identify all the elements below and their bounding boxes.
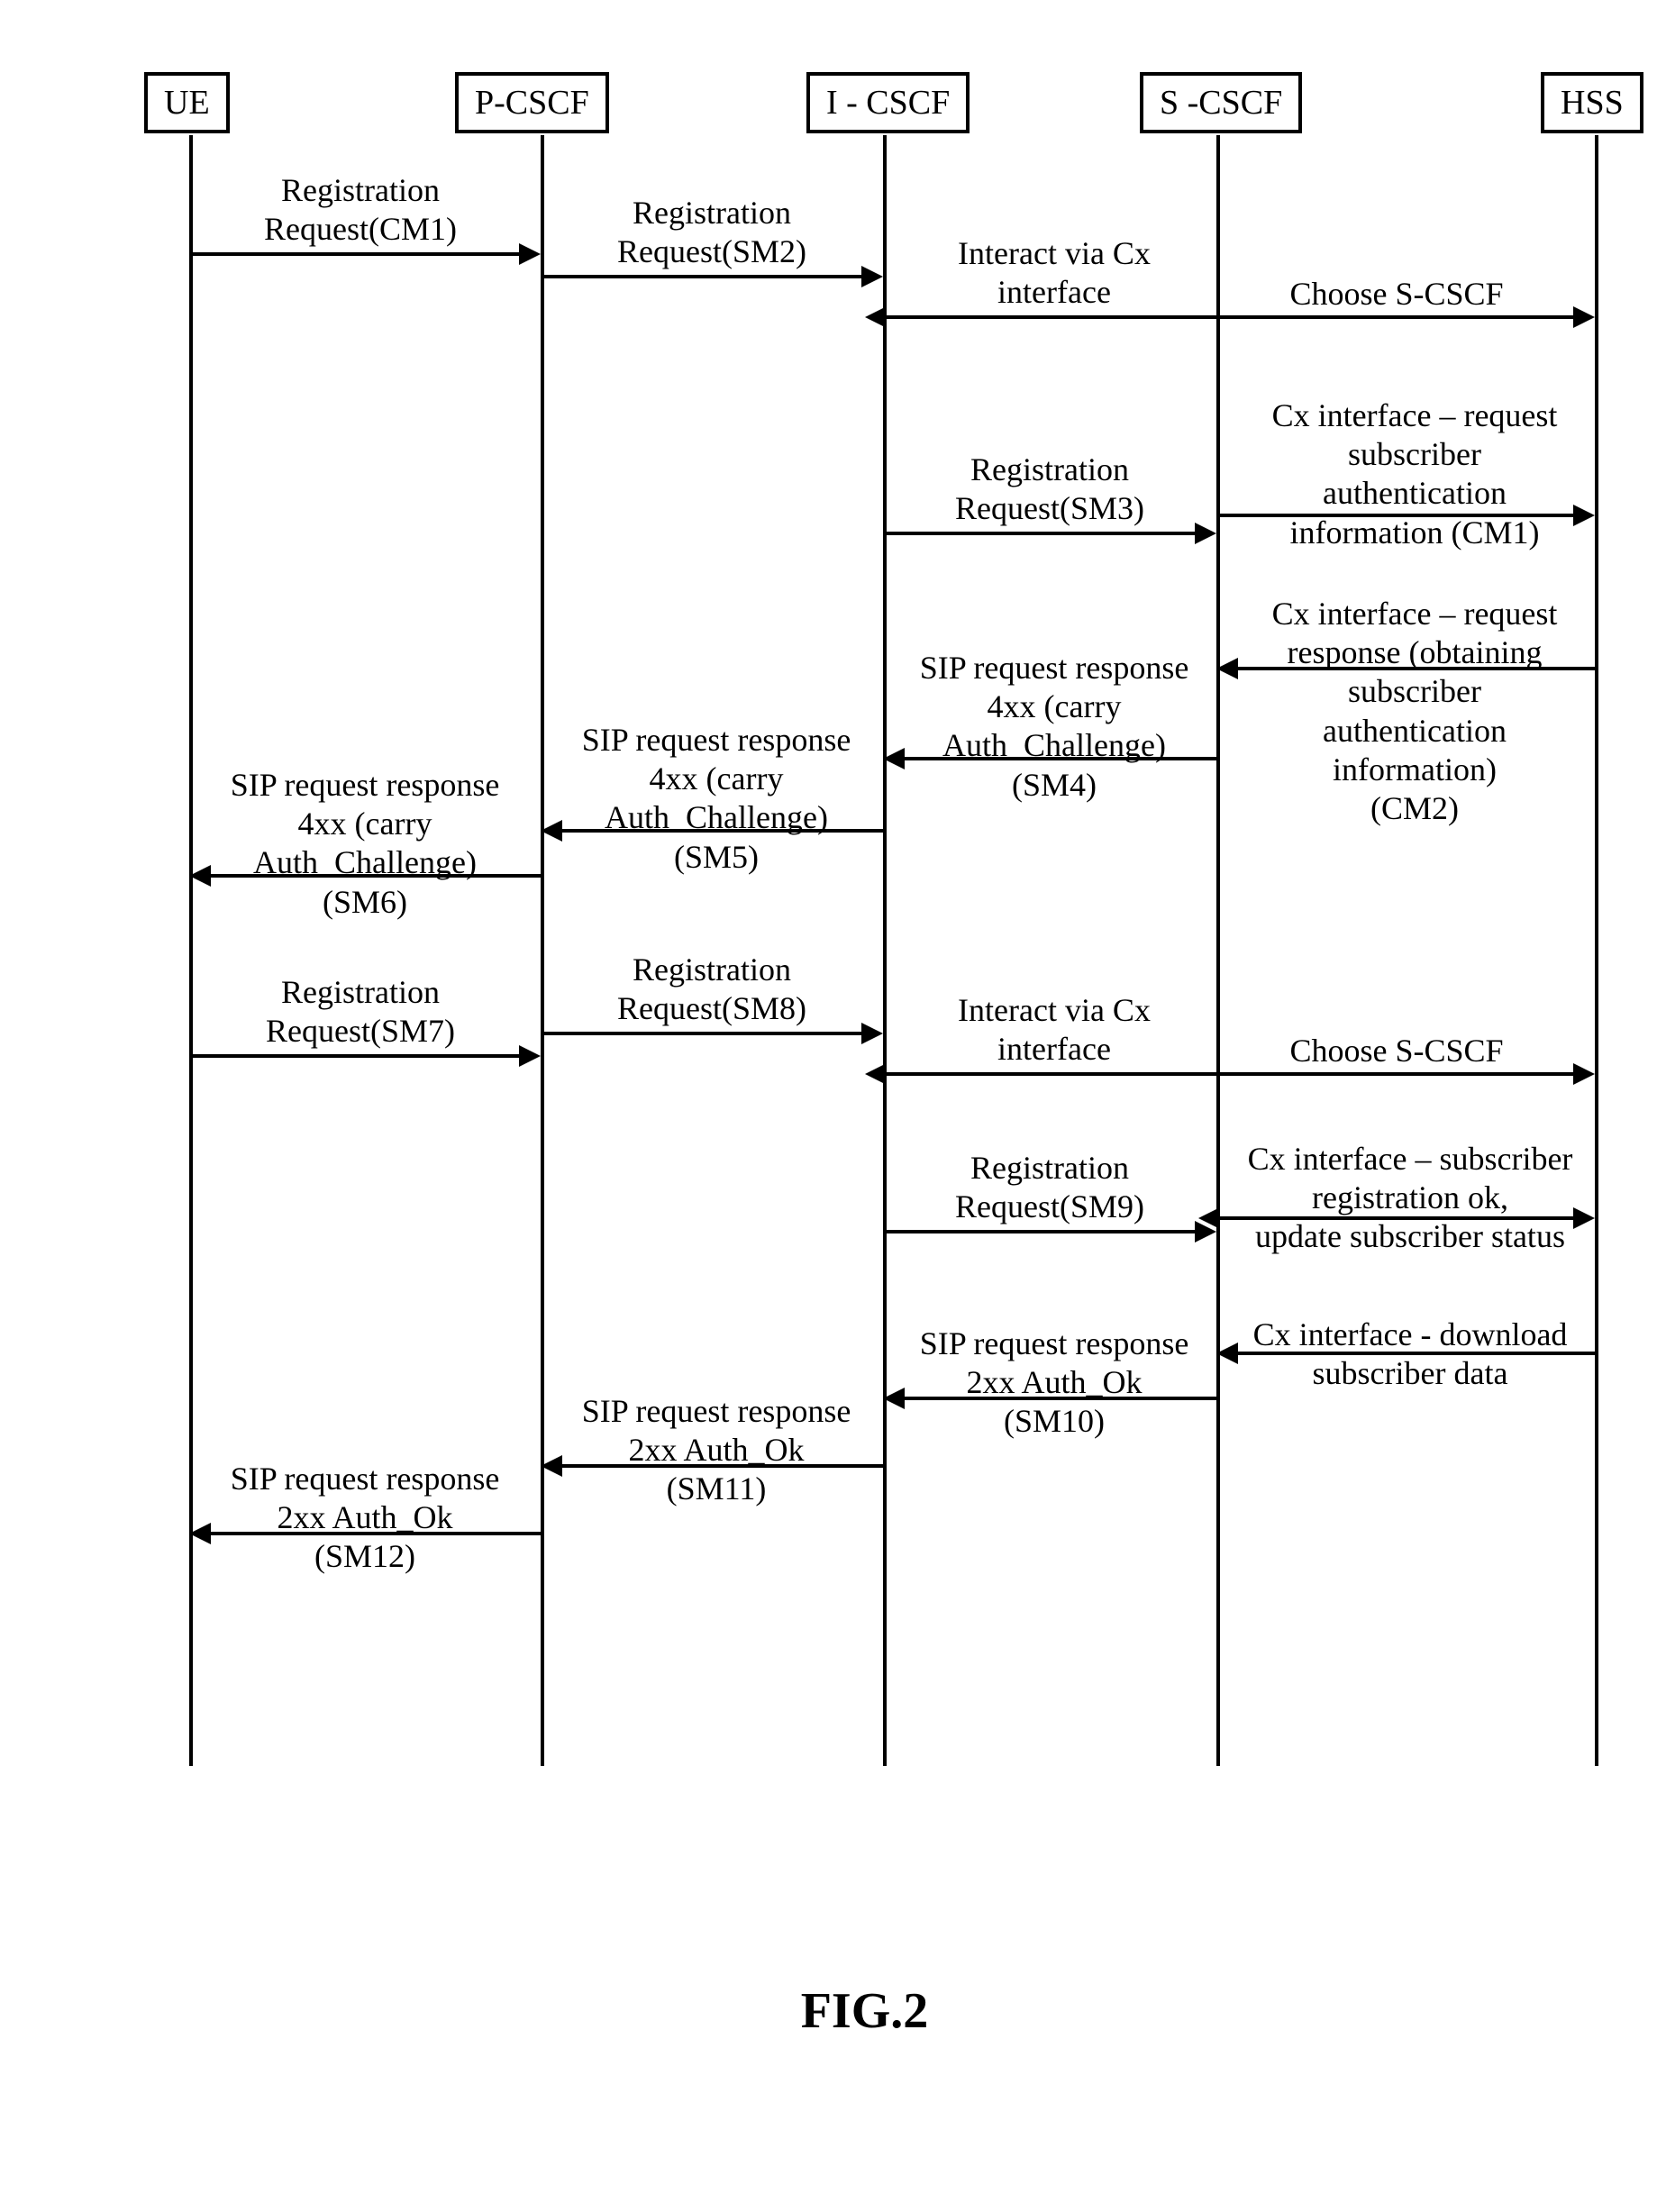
msg-cm1: RegistrationRequest(CM1)	[216, 171, 505, 249]
arrow	[211, 1532, 541, 1535]
arrow	[211, 874, 541, 878]
msg-cx-cm2: Cx interface – requestresponse (obtainin…	[1234, 595, 1595, 828]
msg-sm3: RegistrationRequest(SM3)	[901, 451, 1198, 528]
entity-hss: HSS	[1541, 72, 1643, 133]
arrow-head-left-icon	[541, 820, 562, 842]
arrow	[193, 1054, 523, 1058]
arrow	[905, 1397, 1216, 1400]
arrow-head-left-icon	[1216, 658, 1238, 679]
arrow-head-left-icon	[883, 748, 905, 769]
arrow	[887, 315, 1577, 319]
arrow	[887, 1072, 1577, 1076]
msg-cx-regok: Cx interface – subscriberregistration ok…	[1221, 1140, 1599, 1257]
entity-ue: UE	[144, 72, 230, 133]
arrow	[1238, 667, 1595, 670]
msg-choose-scscf-2: Choose S-CSCF	[1234, 1032, 1559, 1070]
lifeline-pcscf	[541, 135, 544, 1766]
arrow-head-left-icon	[189, 1523, 211, 1544]
arrow	[905, 757, 1216, 760]
msg-sm8: RegistrationRequest(SM8)	[559, 951, 865, 1028]
arrow	[562, 829, 883, 833]
arrow	[193, 252, 523, 256]
entity-scscf: S -CSCF	[1140, 72, 1302, 133]
arrow-head-left-icon	[1216, 1343, 1238, 1364]
arrow	[887, 532, 1198, 535]
arrow-head-right-icon	[861, 266, 883, 287]
msg-sm9: RegistrationRequest(SM9)	[901, 1149, 1198, 1226]
lifeline-icscf	[883, 135, 887, 1766]
arrow	[887, 1230, 1198, 1233]
msg-sm6: SIP request response4xx (carryAuth_Chall…	[207, 766, 523, 922]
arrow	[544, 1032, 865, 1035]
arrow	[1220, 514, 1577, 517]
arrow-head-right-icon	[1195, 523, 1216, 544]
msg-cx-cm1: Cx interface – requestsubscriberauthenti…	[1234, 396, 1595, 552]
msg-sm5: SIP request response4xx (carryAuth_Chall…	[559, 721, 874, 877]
msg-cx-interact-2: Interact via Cxinterface	[910, 991, 1198, 1069]
msg-sm11: SIP request response2xx Auth_Ok(SM11)	[559, 1392, 874, 1509]
arrow-head-left-icon	[541, 1455, 562, 1477]
entity-icscf: I - CSCF	[806, 72, 970, 133]
arrow-head-right-icon	[1573, 1207, 1595, 1229]
lifeline-scscf	[1216, 135, 1220, 1766]
sequence-diagram: UE P-CSCF I - CSCF S -CSCF HSS Registrat…	[36, 36, 1657, 2176]
msg-sm10: SIP request response2xx Auth_Ok(SM10)	[897, 1324, 1212, 1442]
msg-sm4: SIP request response4xx (carryAuth_Chall…	[897, 649, 1212, 805]
arrow-head-left-icon	[865, 306, 887, 328]
arrow-head-left-icon	[883, 1388, 905, 1409]
arrow-head-left-icon	[1198, 1207, 1220, 1229]
arrow-head-right-icon	[1573, 306, 1595, 328]
arrow-head-right-icon	[519, 243, 541, 265]
msg-sm12: SIP request response2xx Auth_Ok(SM12)	[207, 1460, 523, 1577]
arrow-head-right-icon	[861, 1023, 883, 1044]
lifeline-hss	[1595, 135, 1598, 1766]
entity-pcscf: P-CSCF	[455, 72, 609, 133]
lifeline-ue	[189, 135, 193, 1766]
arrow-head-right-icon	[1573, 505, 1595, 526]
arrow-head-left-icon	[865, 1063, 887, 1085]
arrow	[562, 1464, 883, 1468]
arrow	[1238, 1352, 1595, 1355]
msg-cx-interact-1: Interact via Cxinterface	[910, 234, 1198, 312]
msg-choose-scscf-1: Choose S-CSCF	[1234, 275, 1559, 314]
arrow	[1220, 1216, 1577, 1220]
arrow-head-left-icon	[189, 865, 211, 887]
arrow-head-right-icon	[1573, 1063, 1595, 1085]
arrow	[544, 275, 865, 278]
msg-sm7: RegistrationRequest(SM7)	[216, 973, 505, 1051]
figure-caption: FIG.2	[36, 1982, 1657, 2040]
arrow-head-right-icon	[519, 1045, 541, 1067]
msg-sm2: RegistrationRequest(SM2)	[559, 194, 865, 271]
